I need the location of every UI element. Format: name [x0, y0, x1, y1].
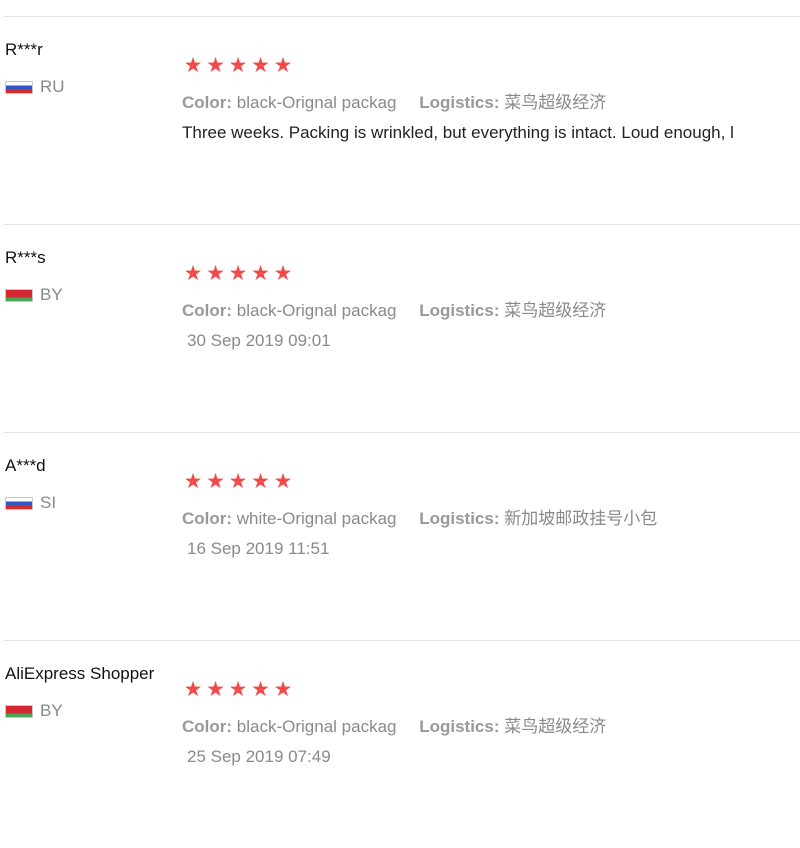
country-code: SI — [40, 493, 57, 512]
reviewer-name: R***s — [5, 248, 46, 267]
reviewer-country: BY — [5, 701, 63, 721]
star-icon: ★ — [251, 469, 270, 493]
review-item: R***r RU ★ ★ ★ ★ ★ Color: black-Orignal … — [0, 16, 800, 224]
belarus-flag-icon — [5, 704, 33, 718]
star-icon: ★ — [206, 469, 225, 493]
star-icon: ★ — [273, 469, 293, 493]
star-icon: ★ — [273, 261, 293, 285]
logistics-value: 菜鸟超级经济 — [504, 93, 607, 112]
order-attributes: Color: black-Orignal packag Logistics: 菜… — [182, 712, 606, 737]
color-label: Color: — [182, 717, 233, 736]
belarus-flag-icon — [5, 288, 33, 302]
reviewer-name: A***d — [5, 456, 46, 475]
star-rating: ★ ★ ★ ★ ★ — [182, 54, 295, 76]
order-attributes: Color: black-Orignal packag Logistics: 菜… — [182, 88, 606, 113]
star-icon: ★ — [183, 677, 203, 701]
country-code: RU — [40, 77, 65, 96]
star-rating: ★ ★ ★ ★ ★ — [182, 262, 295, 284]
star-icon: ★ — [228, 469, 248, 493]
review-date: 25 Sep 2019 07:49 — [187, 747, 331, 766]
review-item: AliExpress Shopper BY ★ ★ ★ ★ ★ Color: b… — [0, 640, 800, 848]
logistics-label: Logistics: — [419, 509, 500, 528]
review-text: Three weeks. Packing is wrinkled, but ev… — [182, 123, 734, 142]
slovenia-flag-icon — [5, 496, 33, 510]
reviewer-country: RU — [5, 77, 65, 97]
reviewer-name: AliExpress Shopper — [5, 664, 155, 683]
star-rating: ★ ★ ★ ★ ★ — [182, 678, 295, 700]
color-value: black-Orignal packag — [236, 717, 397, 736]
review-item: R***s BY ★ ★ ★ ★ ★ Color: black-Orignal … — [0, 224, 800, 432]
color-label: Color: — [182, 301, 233, 320]
star-icon: ★ — [206, 677, 225, 701]
logistics-label: Logistics: — [419, 717, 500, 736]
color-label: Color: — [182, 93, 233, 112]
color-value: black-Orignal packag — [236, 93, 397, 112]
logistics-label: Logistics: — [419, 93, 500, 112]
logistics-label: Logistics: — [419, 301, 500, 320]
logistics-value: 菜鸟超级经济 — [504, 717, 607, 736]
star-icon: ★ — [273, 677, 293, 701]
star-icon: ★ — [251, 261, 270, 285]
star-icon: ★ — [206, 261, 225, 285]
review-date: 30 Sep 2019 09:01 — [187, 331, 331, 350]
reviewer-country: BY — [5, 285, 63, 305]
order-attributes: Color: black-Orignal packag Logistics: 菜… — [182, 296, 606, 321]
country-code: BY — [40, 285, 63, 304]
review-list: R***r RU ★ ★ ★ ★ ★ Color: black-Orignal … — [0, 0, 800, 800]
star-icon: ★ — [273, 53, 293, 77]
star-icon: ★ — [228, 53, 248, 77]
star-icon: ★ — [206, 53, 225, 77]
reviewer-country: SI — [5, 493, 56, 513]
country-code: BY — [40, 701, 63, 720]
logistics-value: 新加坡邮政挂号小包 — [504, 509, 658, 528]
star-icon: ★ — [228, 261, 248, 285]
color-value: white-Orignal packag — [236, 509, 397, 528]
order-attributes: Color: white-Orignal packag Logistics: 新… — [182, 504, 657, 529]
russia-flag-icon — [5, 80, 33, 94]
review-item: A***d SI ★ ★ ★ ★ ★ Color: white-Orignal … — [0, 432, 800, 640]
star-icon: ★ — [251, 677, 270, 701]
star-rating: ★ ★ ★ ★ ★ — [182, 470, 295, 492]
star-icon: ★ — [228, 677, 248, 701]
logistics-value: 菜鸟超级经济 — [504, 301, 607, 320]
star-icon: ★ — [251, 53, 270, 77]
reviewer-name: R***r — [5, 40, 43, 59]
star-icon: ★ — [183, 53, 203, 77]
color-label: Color: — [182, 509, 233, 528]
color-value: black-Orignal packag — [236, 301, 397, 320]
review-date: 16 Sep 2019 11:51 — [187, 539, 330, 558]
star-icon: ★ — [183, 261, 203, 285]
star-icon: ★ — [183, 469, 203, 493]
